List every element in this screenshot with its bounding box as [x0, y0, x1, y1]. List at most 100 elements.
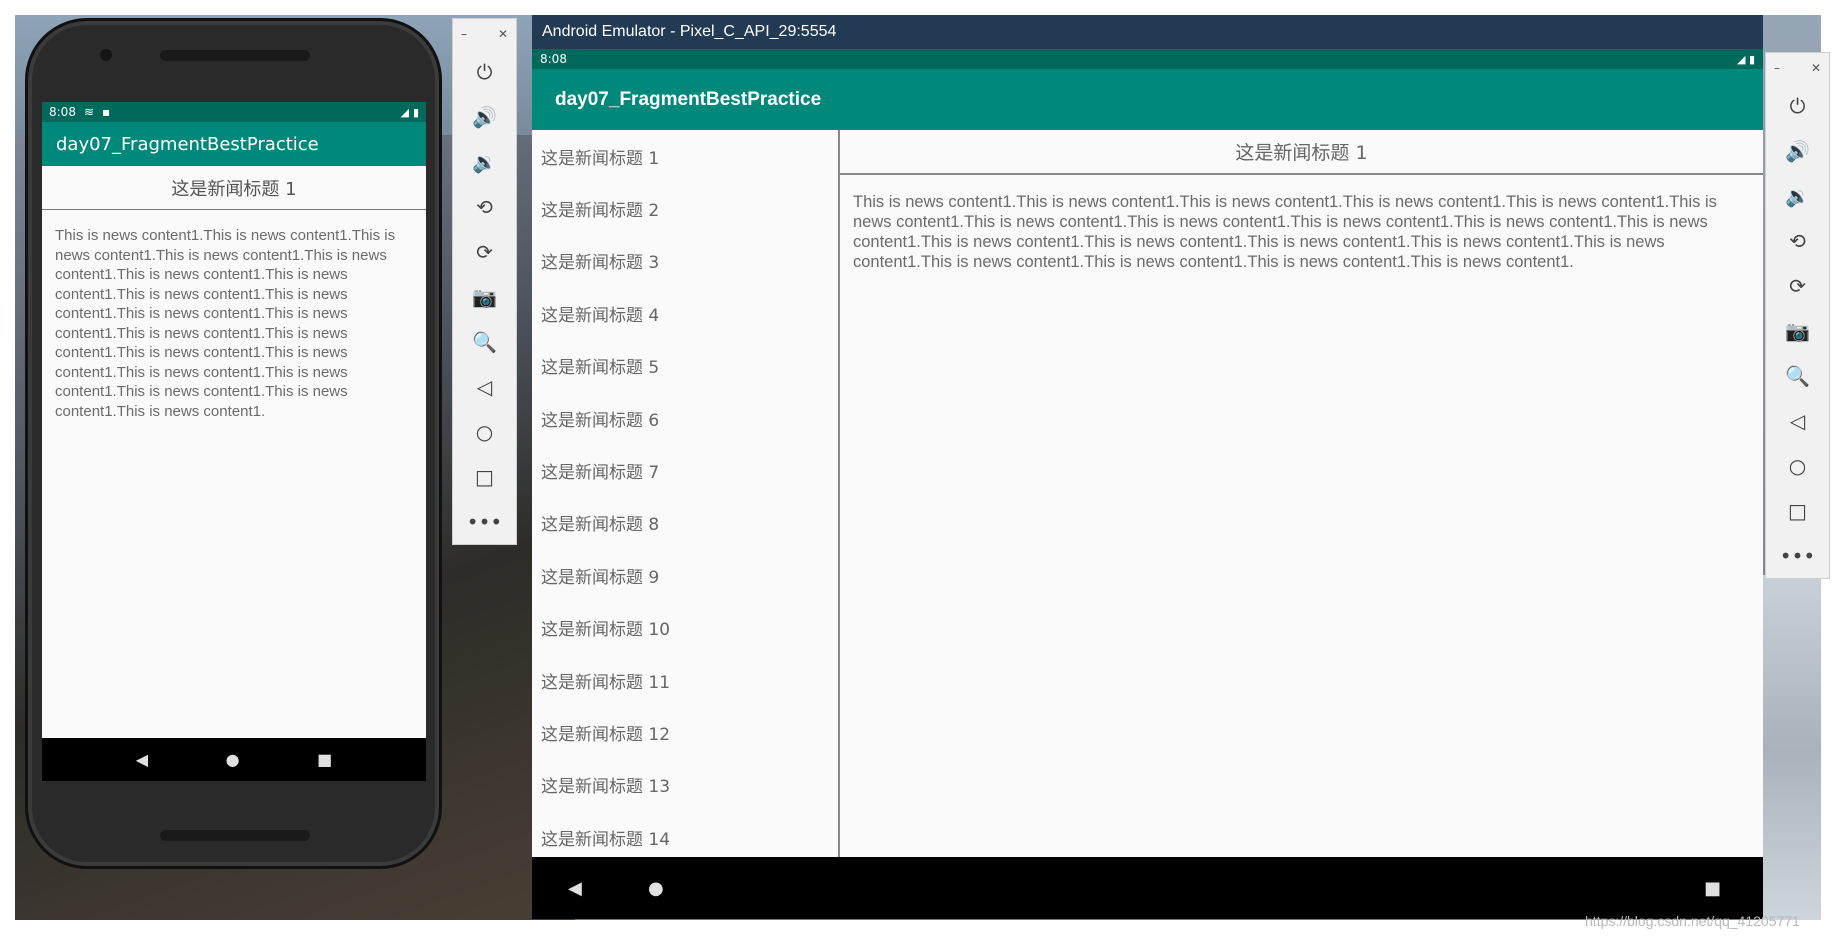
back-icon: ◁ — [476, 374, 493, 399]
volume-down-button[interactable]: 🔉 — [453, 139, 516, 184]
news-title-list: 这是新闻标题 1 这是新闻标题 2 这是新闻标题 3 这是新闻标题 4 这是新闻… — [532, 130, 840, 857]
rotate-left-icon: ⟲ — [476, 194, 493, 219]
tablet-nav-bar: ◀ ● ■ — [532, 857, 1763, 919]
volume-up-icon: 🔊 — [472, 104, 497, 129]
news-list-item[interactable]: 这是新闻标题 5 — [532, 340, 838, 392]
close-icon[interactable]: ✕ — [1811, 61, 1821, 75]
news-content: This is news content1.This is news conte… — [853, 193, 1717, 271]
screenshot-button[interactable]: 📷 — [453, 274, 516, 319]
app-title: day07_FragmentBestPractice — [555, 88, 822, 110]
news-title: 这是新闻标题 1 — [42, 166, 426, 210]
news-list-item[interactable]: 这是新闻标题 10 — [532, 602, 838, 654]
signal-icon: ◢ — [400, 105, 409, 119]
overview-button[interactable]: □ — [453, 454, 516, 499]
minimize-icon[interactable]: – — [1774, 61, 1780, 75]
watermark: https://blog.csdn.net/qq_41205771 — [1585, 913, 1800, 929]
zoom-button[interactable]: 🔍 — [1766, 353, 1829, 398]
overview-button[interactable]: ■ — [1704, 878, 1721, 899]
news-list-item[interactable]: 这是新闻标题 4 — [532, 287, 838, 339]
app-title: day07_FragmentBestPractice — [56, 133, 319, 155]
sd-card-icon: ▪ — [102, 105, 111, 119]
overview-icon: □ — [475, 464, 494, 489]
news-list-item[interactable]: 这是新闻标题 3 — [532, 235, 838, 287]
zoom-icon: 🔍 — [472, 329, 497, 354]
status-time: 8:08 — [49, 105, 76, 119]
overview-button[interactable]: ■ — [317, 750, 332, 769]
signal-icon: ◢ — [1736, 52, 1746, 66]
battery-icon: ▮ — [412, 105, 419, 119]
back-button[interactable]: ◁ — [1766, 398, 1829, 443]
back-button[interactable]: ◁ — [453, 364, 516, 409]
background-snow — [1760, 575, 1821, 920]
news-list-item[interactable]: 这是新闻标题 12 — [532, 706, 838, 758]
home-button[interactable]: ○ — [453, 409, 516, 454]
zoom-button[interactable]: 🔍 — [453, 319, 516, 364]
phone-screen: 8:08 ≋ ▪ ◢ ▮ day07_FragmentBestPractice … — [42, 102, 426, 781]
bottom-speaker — [160, 830, 310, 841]
news-list-item[interactable]: 这是新闻标题 9 — [532, 549, 838, 601]
power-icon: ⏻ — [1789, 93, 1806, 118]
rotate-right-button[interactable]: ⟳ — [453, 229, 516, 274]
volume-up-icon: 🔊 — [1785, 138, 1810, 163]
rotate-right-icon: ⟳ — [476, 239, 493, 264]
rotate-left-button[interactable]: ⟲ — [1766, 218, 1829, 263]
tablet-status-bar: 8:08 ◢ ▮ — [532, 49, 1763, 69]
phone-device-frame: 8:08 ≋ ▪ ◢ ▮ day07_FragmentBestPractice … — [25, 18, 442, 869]
phone-emulator-toolbar: – ✕ ⏻ 🔊 🔉 ⟲ ⟳ 📷 🔍 ◁ ○ □ ••• — [452, 18, 517, 545]
news-list-item[interactable]: 这是新闻标题 1 — [532, 130, 838, 182]
overview-icon: □ — [1788, 498, 1807, 523]
zoom-icon: 🔍 — [1785, 363, 1810, 388]
rotate-left-icon: ⟲ — [1789, 228, 1806, 253]
wifi-icon: ≋ — [83, 105, 95, 119]
screenshot-button[interactable]: 📷 — [1766, 308, 1829, 353]
home-button[interactable]: ● — [226, 750, 240, 769]
tablet-app-bar: day07_FragmentBestPractice — [532, 69, 1763, 130]
status-time: 8:08 — [540, 52, 567, 66]
close-icon[interactable]: ✕ — [498, 27, 508, 41]
news-detail-pane: 这是新闻标题 1 This is news content1.This is n… — [840, 130, 1763, 857]
news-list-item[interactable]: 这是新闻标题 6 — [532, 392, 838, 444]
news-list-item[interactable]: 这是新闻标题 8 — [532, 497, 838, 549]
home-icon: ○ — [475, 419, 494, 444]
home-button[interactable]: ○ — [1766, 443, 1829, 488]
power-button[interactable]: ⏻ — [1766, 83, 1829, 128]
rotate-right-button[interactable]: ⟳ — [1766, 263, 1829, 308]
more-icon: ••• — [466, 509, 503, 534]
volume-down-button[interactable]: 🔉 — [1766, 173, 1829, 218]
home-icon: ○ — [1788, 453, 1807, 478]
news-list-item[interactable]: 这是新闻标题 7 — [532, 444, 838, 496]
window-title: Android Emulator - Pixel_C_API_29:5554 — [542, 23, 837, 40]
news-title: 这是新闻标题 1 — [840, 130, 1763, 175]
power-button[interactable]: ⏻ — [453, 49, 516, 94]
tablet-emulator-toolbar: – ✕ ⏻ 🔊 🔉 ⟲ ⟳ 📷 🔍 ◁ ○ □ ••• — [1765, 52, 1830, 579]
front-camera — [100, 49, 112, 61]
news-list-item[interactable]: 这是新闻标题 2 — [532, 182, 838, 234]
home-button[interactable]: ● — [648, 878, 664, 899]
overview-button[interactable]: □ — [1766, 488, 1829, 533]
top-speaker — [160, 50, 310, 61]
volume-down-icon: 🔉 — [1785, 183, 1810, 208]
window-title-bar: Android Emulator - Pixel_C_API_29:5554 — [532, 15, 1763, 49]
phone-app-bar: day07_FragmentBestPractice — [42, 122, 426, 166]
minimize-icon[interactable]: – — [461, 27, 467, 41]
battery-icon: ▮ — [1748, 52, 1755, 66]
phone-nav-bar: ◀ ● ■ — [42, 738, 426, 781]
more-button[interactable]: ••• — [453, 499, 516, 544]
news-list-item[interactable]: 这是新闻标题 11 — [532, 654, 838, 706]
rotate-left-button[interactable]: ⟲ — [453, 184, 516, 229]
more-icon: ••• — [1779, 543, 1816, 568]
news-list-item[interactable]: 这是新闻标题 14 — [532, 811, 838, 857]
power-icon: ⏻ — [476, 59, 493, 84]
tablet-content: 这是新闻标题 1 这是新闻标题 2 这是新闻标题 3 这是新闻标题 4 这是新闻… — [532, 130, 1763, 857]
rotate-right-icon: ⟳ — [1789, 273, 1806, 298]
volume-up-button[interactable]: 🔊 — [1766, 128, 1829, 173]
volume-down-icon: 🔉 — [472, 149, 497, 174]
camera-icon: 📷 — [472, 284, 497, 309]
news-list-item[interactable]: 这是新闻标题 13 — [532, 759, 838, 811]
more-button[interactable]: ••• — [1766, 533, 1829, 578]
phone-status-bar: 8:08 ≋ ▪ ◢ ▮ — [42, 102, 426, 122]
volume-up-button[interactable]: 🔊 — [453, 94, 516, 139]
back-icon: ◁ — [1789, 408, 1806, 433]
back-button[interactable]: ◀ — [136, 750, 148, 769]
back-button[interactable]: ◀ — [568, 878, 582, 899]
